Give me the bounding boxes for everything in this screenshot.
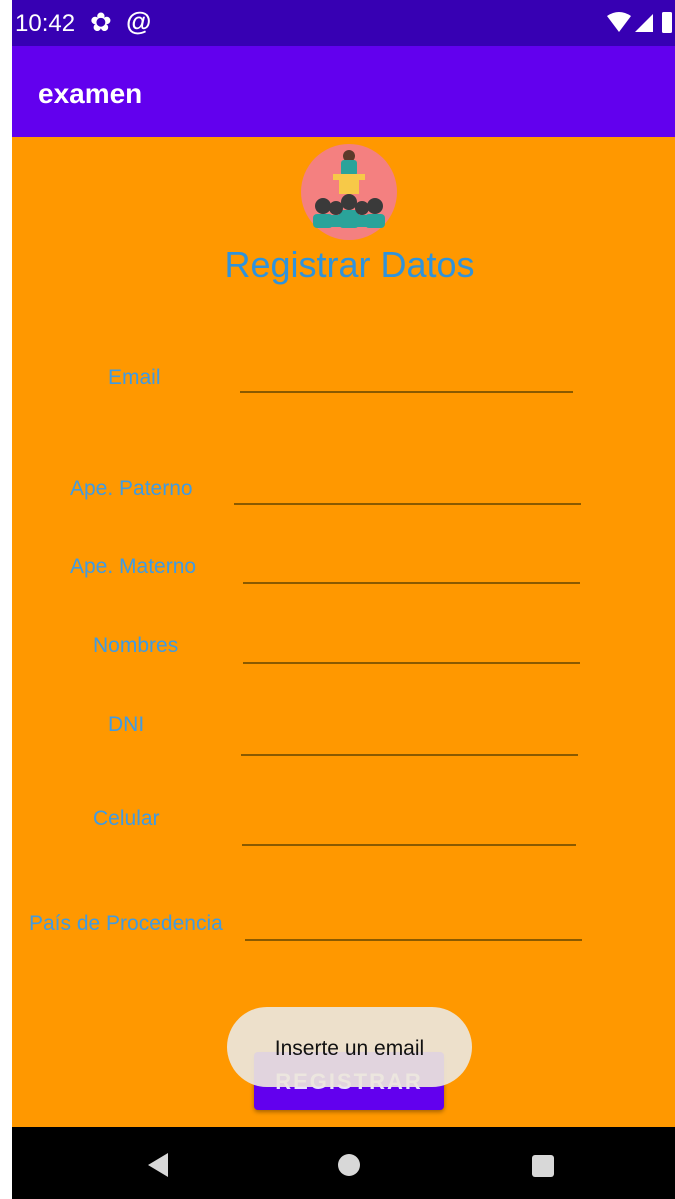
signal-icon [635, 14, 653, 32]
recents-icon[interactable] [532, 1155, 554, 1177]
dni-label: DNI [108, 713, 145, 736]
ape-materno-field[interactable] [243, 582, 580, 584]
home-icon[interactable] [338, 1154, 360, 1176]
presenter-logo-icon [301, 144, 397, 240]
app-title: examen [38, 78, 143, 109]
status-time: 10:42 [15, 10, 76, 37]
dni-field[interactable] [241, 754, 578, 756]
app-screen: 10:42 ✿ @ examen Registrar Datos Email A… [12, 0, 675, 1199]
celular-field[interactable] [242, 844, 576, 846]
ape-paterno-field[interactable] [234, 503, 581, 505]
form-title: Registrar Datos [224, 244, 475, 285]
email-field[interactable] [240, 391, 573, 393]
celular-label: Celular [93, 807, 160, 830]
nombres-field[interactable] [243, 662, 580, 664]
at-icon: @ [126, 6, 152, 36]
status-bar: 10:42 ✿ @ [12, 0, 675, 46]
navigation-bar [12, 1127, 675, 1199]
battery-icon [662, 12, 672, 33]
pais-procedencia-label: País de Procedencia [29, 912, 223, 935]
pais-procedencia-field[interactable] [245, 939, 582, 941]
email-label: Email [108, 366, 161, 389]
ape-materno-label: Ape. Materno [70, 555, 197, 578]
toast-message: Inserte un email [227, 1007, 472, 1087]
status-icons [607, 12, 672, 33]
wifi-icon [607, 12, 631, 32]
nombres-label: Nombres [93, 634, 179, 657]
gear-icon: ✿ [90, 7, 112, 37]
ape-paterno-label: Ape. Paterno [70, 477, 193, 500]
form-container: Registrar Datos Email Ape. Paterno Ape. … [12, 137, 675, 1127]
back-icon[interactable] [148, 1153, 168, 1177]
app-bar: examen [12, 46, 675, 137]
